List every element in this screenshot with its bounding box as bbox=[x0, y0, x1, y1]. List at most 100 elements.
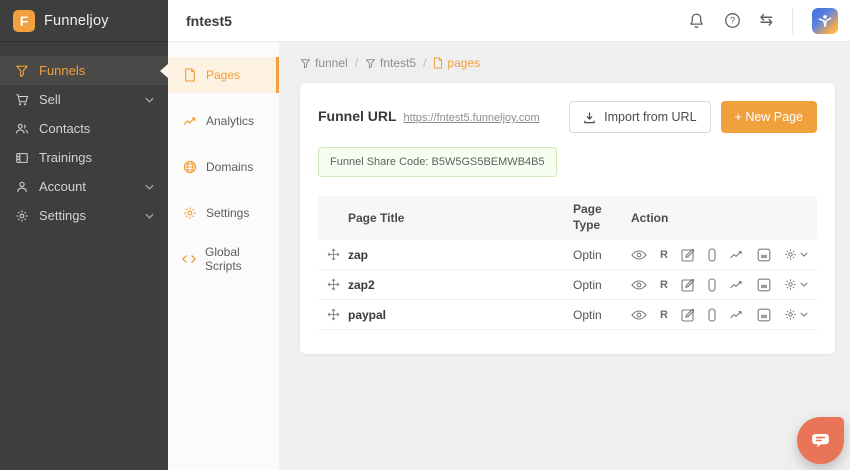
sidebar-item-label: Contacts bbox=[39, 121, 90, 136]
avatar[interactable] bbox=[812, 8, 838, 34]
primary-nav: Funnels Sell Contacts Trainings bbox=[0, 42, 168, 230]
table-header: Page Title Page Type Action bbox=[318, 196, 817, 240]
gear-icon bbox=[784, 248, 797, 261]
swap-icon[interactable]: ⇆ bbox=[760, 13, 773, 29]
page-icon bbox=[182, 68, 197, 82]
logo-mark: F bbox=[13, 10, 35, 32]
eye-icon[interactable] bbox=[631, 310, 647, 320]
page-settings-dropdown[interactable] bbox=[784, 278, 808, 291]
import-from-url-label: Import from URL bbox=[604, 110, 696, 124]
user-icon bbox=[14, 180, 29, 194]
sidebar-item-sell[interactable]: Sell bbox=[0, 85, 168, 114]
pages-card: Funnel URL https://fntest5.funneljoy.com… bbox=[300, 83, 835, 354]
page-settings-dropdown[interactable] bbox=[784, 248, 808, 261]
edit-icon[interactable] bbox=[681, 278, 695, 292]
subsidebar-item-domains[interactable]: Domains bbox=[168, 149, 279, 185]
breadcrumb-item-pages[interactable]: pages bbox=[433, 56, 480, 70]
subsidebar-item-settings[interactable]: Settings bbox=[168, 195, 279, 231]
sidebar-item-contacts[interactable]: Contacts bbox=[0, 114, 168, 143]
card-actions: Import from URL + New Page bbox=[569, 101, 817, 133]
drag-handle-icon[interactable] bbox=[318, 278, 348, 291]
mobile-icon[interactable] bbox=[708, 278, 716, 292]
funnel-url-link[interactable]: https://fntest5.funneljoy.com bbox=[404, 112, 540, 124]
rename-button[interactable]: R bbox=[660, 279, 668, 291]
breadcrumb: funnel / fntest5 / pages bbox=[300, 56, 835, 70]
edit-icon[interactable] bbox=[681, 248, 695, 262]
sidebar-item-trainings[interactable]: Trainings bbox=[0, 143, 168, 172]
col-page-type: Page Type bbox=[573, 202, 631, 233]
sidebar-item-label: Account bbox=[39, 179, 86, 194]
row-actions: R bbox=[631, 278, 817, 292]
topbar-actions: ? ⇆ bbox=[688, 8, 838, 34]
template-icon[interactable] bbox=[757, 278, 771, 292]
sidebar-item-funnels[interactable]: Funnels bbox=[0, 56, 168, 85]
breadcrumb-item-funnel[interactable]: funnel bbox=[300, 56, 348, 70]
chevron-down-icon bbox=[145, 213, 154, 219]
chat-bubble-icon bbox=[811, 433, 830, 448]
edit-icon[interactable] bbox=[681, 308, 695, 322]
table-body: zap Optin R bbox=[318, 240, 817, 330]
stats-icon[interactable] bbox=[729, 280, 744, 290]
sidebar-item-settings[interactable]: Settings bbox=[0, 201, 168, 230]
sidebar-item-label: Settings bbox=[39, 208, 86, 223]
globe-icon bbox=[182, 160, 197, 174]
table-row: zap Optin R bbox=[318, 240, 817, 270]
page-title-cell: paypal bbox=[348, 308, 573, 322]
page-type-cell: Optin bbox=[573, 248, 631, 262]
logo-letter: F bbox=[20, 13, 29, 29]
subsidebar-item-label: Domains bbox=[206, 160, 253, 174]
primary-sidebar: F Funneljoy Funnels Sell Contacts bbox=[0, 0, 168, 470]
breadcrumb-label: pages bbox=[447, 56, 480, 70]
contacts-icon bbox=[14, 122, 29, 136]
template-icon[interactable] bbox=[757, 308, 771, 322]
subsidebar-item-analytics[interactable]: Analytics bbox=[168, 103, 279, 139]
chevron-down-icon bbox=[800, 282, 808, 287]
mobile-icon[interactable] bbox=[708, 248, 716, 262]
table-row: zap2 Optin R bbox=[318, 270, 817, 300]
sidebar-item-label: Sell bbox=[39, 92, 61, 107]
subsidebar-item-label: Pages bbox=[206, 68, 240, 82]
chevron-down-icon bbox=[800, 312, 808, 317]
subsidebar-item-pages[interactable]: Pages bbox=[168, 57, 279, 93]
chevron-down-icon bbox=[145, 97, 154, 103]
mobile-icon[interactable] bbox=[708, 308, 716, 322]
template-icon[interactable] bbox=[757, 248, 771, 262]
sidebar-item-account[interactable]: Account bbox=[0, 172, 168, 201]
subsidebar-item-label: Settings bbox=[206, 206, 249, 220]
rename-button[interactable]: R bbox=[660, 309, 668, 321]
logo[interactable]: F Funneljoy bbox=[0, 0, 168, 42]
rename-button[interactable]: R bbox=[660, 249, 668, 261]
stats-icon[interactable] bbox=[729, 250, 744, 260]
gear-icon bbox=[14, 209, 29, 223]
drag-handle-icon[interactable] bbox=[318, 248, 348, 261]
funnel-icon bbox=[14, 64, 29, 78]
trend-icon bbox=[182, 116, 197, 127]
chevron-down-icon bbox=[145, 184, 154, 190]
funnel-url-label: Funnel URL bbox=[318, 108, 397, 124]
subsidebar-item-global-scripts[interactable]: Global Scripts bbox=[168, 241, 279, 277]
import-from-url-button[interactable]: Import from URL bbox=[569, 101, 710, 133]
bell-icon[interactable] bbox=[688, 12, 705, 29]
chat-launcher[interactable] bbox=[797, 417, 844, 464]
breadcrumb-label: fntest5 bbox=[380, 56, 416, 70]
page-title-cell: zap bbox=[348, 248, 573, 262]
page-settings-dropdown[interactable] bbox=[784, 308, 808, 321]
sidebar-item-label: Trainings bbox=[39, 150, 92, 165]
table-row: paypal Optin R bbox=[318, 300, 817, 330]
code-icon bbox=[182, 254, 196, 264]
eye-icon[interactable] bbox=[631, 250, 647, 260]
breadcrumb-item-fntest5[interactable]: fntest5 bbox=[365, 56, 416, 70]
drag-handle-icon[interactable] bbox=[318, 308, 348, 321]
eye-icon[interactable] bbox=[631, 280, 647, 290]
funnel-sidebar: Pages Analytics Domains Settings Global … bbox=[168, 42, 280, 470]
new-page-button[interactable]: + New Page bbox=[721, 101, 817, 133]
brand-name: Funneljoy bbox=[44, 13, 109, 29]
topbar-divider bbox=[792, 8, 793, 34]
row-actions: R bbox=[631, 248, 817, 262]
row-actions: R bbox=[631, 308, 817, 322]
help-icon[interactable]: ? bbox=[724, 12, 741, 29]
stats-icon[interactable] bbox=[729, 310, 744, 320]
download-icon bbox=[583, 111, 596, 124]
card-header: Funnel URL https://fntest5.funneljoy.com… bbox=[318, 101, 817, 133]
subsidebar-item-label: Analytics bbox=[206, 114, 254, 128]
